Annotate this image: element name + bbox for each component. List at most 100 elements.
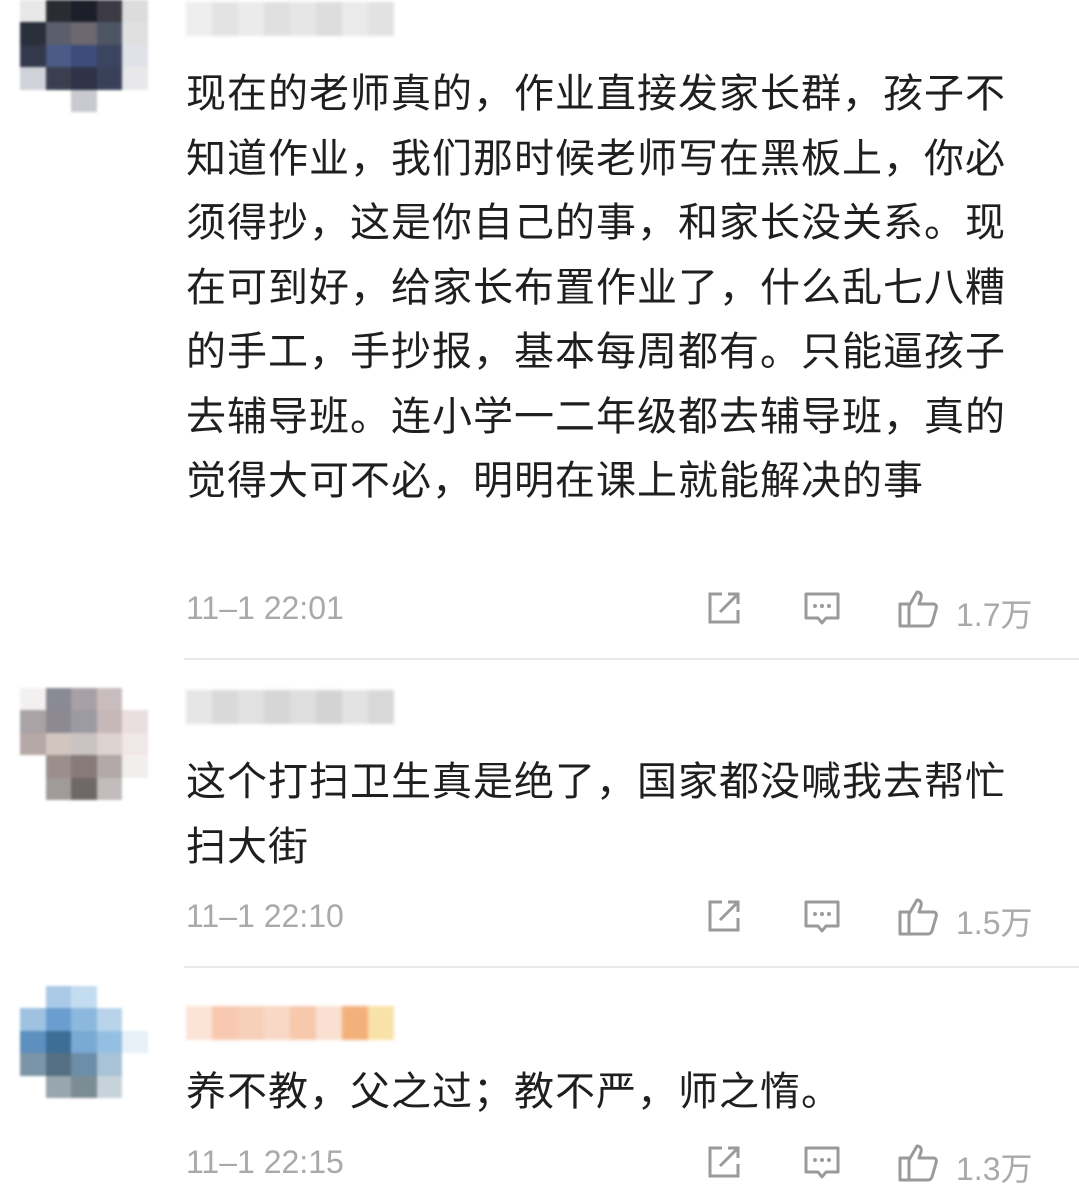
like-thumbs-up-icon[interactable] [896, 894, 940, 938]
avatar[interactable] [20, 0, 148, 112]
avatar-mosaic-cell [45, 1075, 72, 1098]
username-blurred[interactable] [186, 690, 394, 724]
username-mosaic-cell [264, 1006, 290, 1040]
avatar-mosaic-cell [71, 67, 97, 90]
share-icon[interactable] [702, 1140, 746, 1184]
avatar-mosaic-cell [71, 688, 97, 711]
username-mosaic-cell [342, 2, 368, 36]
username-mosaic-cell [368, 690, 394, 724]
username-mosaic-cell [186, 1006, 212, 1040]
avatar-mosaic-cell [45, 755, 72, 778]
avatar-mosaic-cell [20, 0, 46, 23]
avatar-mosaic-cell [71, 0, 97, 23]
username-blurred[interactable] [186, 1006, 394, 1040]
username-blurred[interactable] [186, 2, 394, 36]
comment-time: 11–1 22:01 [186, 590, 344, 626]
avatar-mosaic-cell [45, 732, 72, 756]
avatar-mosaic-cell [122, 1008, 148, 1031]
like-count: 1.5万 [956, 905, 1033, 941]
username-mosaic-cell [342, 690, 368, 724]
avatar-mosaic-cell [96, 710, 123, 733]
avatar[interactable] [20, 986, 148, 1098]
share-icon[interactable] [702, 894, 746, 938]
avatar-mosaic-cell [20, 67, 46, 90]
avatar[interactable] [20, 688, 148, 800]
comment-text: 养不教，父之过；教不严，师之惰。 [186, 1069, 842, 1115]
avatar-mosaic-cell [96, 0, 123, 23]
avatar-mosaic-cell [71, 755, 97, 778]
comment-text: 这个打扫卫生真是绝了，国家都没喊我去帮忙扫大街 [186, 759, 1006, 870]
avatar-mosaic-cell [71, 710, 97, 733]
avatar-mosaic-cell [71, 44, 97, 68]
avatar-mosaic-cell [20, 89, 46, 112]
avatar-mosaic-cell [122, 777, 148, 800]
avatar-mosaic-cell [45, 1030, 72, 1054]
avatar-mosaic-cell [20, 777, 46, 800]
avatar-mosaic-cell [122, 67, 148, 90]
username-mosaic-cell [186, 690, 212, 724]
avatar-mosaic-cell [45, 89, 72, 112]
avatar-mosaic-cell [45, 777, 72, 800]
avatar-mosaic-cell [20, 688, 46, 711]
like-count: 1.3万 [956, 1151, 1033, 1187]
avatar-mosaic-cell [122, 0, 148, 23]
avatar-mosaic-cell [20, 732, 46, 756]
username-mosaic-cell [238, 690, 264, 724]
like-thumbs-up-icon[interactable] [896, 1140, 940, 1184]
avatar-mosaic-cell [45, 0, 72, 23]
avatar-mosaic-cell [20, 22, 46, 45]
avatar-mosaic-cell [45, 1053, 72, 1076]
avatar-mosaic-cell [45, 22, 72, 45]
avatar-mosaic-cell [122, 688, 148, 711]
avatar-mosaic-cell [20, 986, 46, 1009]
avatar-mosaic-cell [122, 755, 148, 778]
username-mosaic-cell [316, 690, 342, 724]
reply-comment-icon[interactable] [800, 1140, 844, 1184]
avatar-mosaic-cell [96, 688, 123, 711]
avatar-mosaic-cell [96, 986, 123, 1009]
avatar-mosaic-cell [122, 1030, 148, 1054]
avatar-mosaic-cell [122, 986, 148, 1009]
avatar-mosaic-cell [20, 44, 46, 68]
avatar-mosaic-cell [96, 22, 123, 45]
avatar-mosaic-cell [71, 1075, 97, 1098]
avatar-mosaic-cell [71, 22, 97, 45]
avatar-mosaic-cell [20, 1075, 46, 1098]
avatar-mosaic-cell [122, 1053, 148, 1076]
username-mosaic-cell [264, 2, 290, 36]
avatar-mosaic-cell [122, 732, 148, 756]
avatar-mosaic-cell [96, 44, 123, 68]
avatar-mosaic-cell [122, 1075, 148, 1098]
avatar-mosaic-cell [20, 1008, 46, 1031]
reply-comment-icon[interactable] [800, 586, 844, 630]
username-mosaic-cell [290, 2, 316, 36]
username-mosaic-cell [238, 1006, 264, 1040]
avatar-mosaic-cell [122, 44, 148, 68]
avatar-mosaic-cell [45, 688, 72, 711]
avatar-mosaic-cell [45, 67, 72, 90]
avatar-mosaic-cell [96, 1030, 123, 1054]
username-mosaic-cell [212, 1006, 238, 1040]
username-mosaic-cell [316, 1006, 342, 1040]
comment-time: 11–1 22:10 [186, 898, 344, 934]
username-mosaic-cell [212, 690, 238, 724]
avatar-mosaic-cell [96, 1008, 123, 1031]
avatar-mosaic-cell [71, 732, 97, 756]
avatar-mosaic-cell [45, 1008, 72, 1031]
like-count: 1.7万 [956, 597, 1033, 633]
avatar-mosaic-cell [45, 710, 72, 733]
avatar-mosaic-cell [96, 1053, 123, 1076]
avatar-mosaic-cell [122, 710, 148, 733]
like-thumbs-up-icon[interactable] [896, 586, 940, 630]
comment-text: 现在的老师真的，作业直接发家长群，孩子不知道作业，我们那时候老师写在黑板上，你必… [186, 71, 1006, 504]
avatar-mosaic-cell [71, 777, 97, 800]
avatar-mosaic-cell [20, 1053, 46, 1076]
reply-comment-icon[interactable] [800, 894, 844, 938]
divider [184, 658, 1079, 660]
avatar-mosaic-cell [71, 89, 97, 112]
avatar-mosaic-cell [20, 710, 46, 733]
avatar-mosaic-cell [96, 755, 123, 778]
share-icon[interactable] [702, 586, 746, 630]
comment-meta: 11–1 22:15 1.3万 [186, 1140, 1046, 1188]
avatar-mosaic-cell [45, 44, 72, 68]
